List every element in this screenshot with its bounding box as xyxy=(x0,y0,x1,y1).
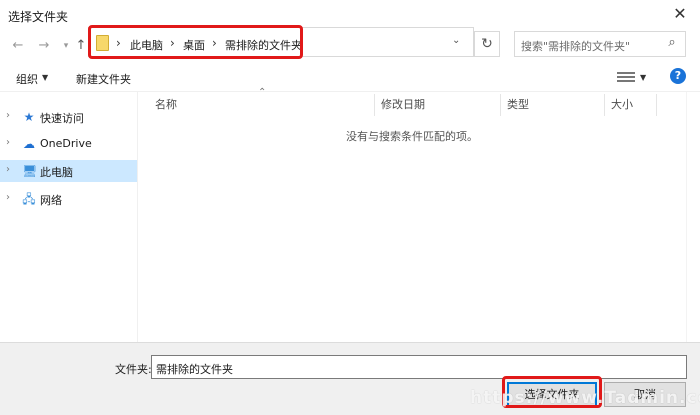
column-divider[interactable] xyxy=(604,94,605,116)
forward-arrow-icon[interactable]: → xyxy=(36,38,52,54)
address-highlight-box xyxy=(88,25,303,59)
column-header-name[interactable]: 名称 xyxy=(155,96,177,112)
sidebar-item-network[interactable]: › 🖧 网络 xyxy=(0,188,137,210)
expand-chevron-icon[interactable]: › xyxy=(6,137,10,148)
up-arrow-icon[interactable]: ↑ xyxy=(73,38,89,54)
view-chevron-icon[interactable]: ▼ xyxy=(640,73,646,82)
empty-results-message: 没有与搜索条件匹配的项。 xyxy=(346,130,478,143)
sidebar-item-this-pc[interactable]: › 🖥 此电脑 xyxy=(0,160,137,182)
sidebar-item-label: 快速访问 xyxy=(40,112,84,125)
organize-menu[interactable]: 组织 xyxy=(16,71,38,87)
sidebar-item-quick-access[interactable]: › ★ 快速访问 xyxy=(0,106,137,128)
watermark: https://www.Tadmin.cc xyxy=(470,388,700,408)
network-icon: 🖧 xyxy=(22,192,36,206)
organize-chevron-icon[interactable]: ▼ xyxy=(42,73,48,82)
expand-chevron-icon[interactable]: › xyxy=(6,164,10,175)
refresh-icon[interactable]: ↻ xyxy=(474,31,500,57)
computer-icon: 🖥 xyxy=(22,164,38,178)
vertical-scrollbar[interactable] xyxy=(686,92,700,342)
command-bar: 组织 ▼ 新建文件夹 ▼ ? xyxy=(0,62,700,92)
recent-locations-chevron-icon[interactable]: ▾ xyxy=(58,38,74,54)
expand-chevron-icon[interactable]: › xyxy=(6,110,10,121)
cloud-icon: ☁ xyxy=(23,137,35,151)
help-icon[interactable]: ? xyxy=(670,68,686,84)
column-divider[interactable] xyxy=(374,94,375,116)
folder-field-label: 文件夹: xyxy=(115,363,152,376)
sidebar-item-onedrive[interactable]: › ☁ OneDrive xyxy=(0,133,137,155)
column-header-size[interactable]: 大小 xyxy=(611,96,633,112)
sort-ascending-icon: ⌃ xyxy=(258,87,267,98)
column-header-date[interactable]: 修改日期 xyxy=(381,96,425,112)
sidebar-item-label: 此电脑 xyxy=(40,166,73,179)
search-input[interactable]: 搜索"需排除的文件夹" xyxy=(514,31,686,57)
navigation-pane: › ★ 快速访问 › ☁ OneDrive › 🖥 此电脑 › 🖧 网络 xyxy=(0,92,137,342)
folder-name-input[interactable]: 需排除的文件夹 xyxy=(151,355,687,379)
sidebar-item-label: OneDrive xyxy=(40,137,92,150)
back-arrow-icon[interactable]: ← xyxy=(10,38,26,54)
sidebar-item-label: 网络 xyxy=(40,194,62,207)
expand-chevron-icon[interactable]: › xyxy=(6,192,10,203)
search-icon[interactable]: ⌕ xyxy=(664,35,680,51)
address-dropdown-chevron-icon[interactable]: ⌄ xyxy=(452,35,460,46)
column-header-type[interactable]: 类型 xyxy=(507,96,529,112)
column-divider[interactable] xyxy=(656,94,657,116)
column-divider[interactable] xyxy=(500,94,501,116)
close-icon[interactable]: ✕ xyxy=(670,4,690,24)
star-icon: ★ xyxy=(23,110,35,124)
window-title: 选择文件夹 xyxy=(8,10,69,24)
view-options-icon[interactable] xyxy=(617,70,635,84)
new-folder-button[interactable]: 新建文件夹 xyxy=(76,71,131,87)
